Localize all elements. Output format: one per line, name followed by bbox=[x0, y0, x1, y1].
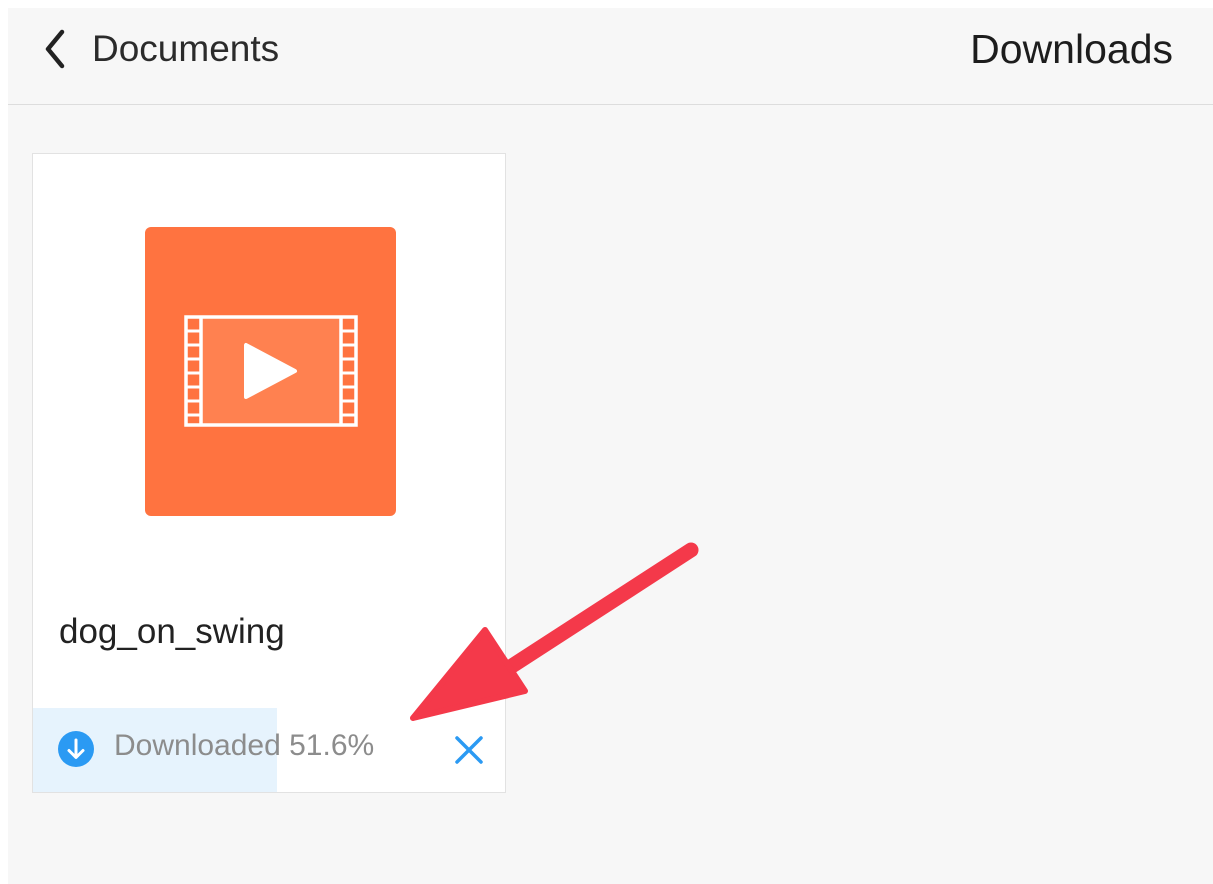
progress-status-text: Downloaded 51.6% bbox=[114, 729, 375, 762]
downloads-screen: Documents Downloads dog_on_swing Downloa… bbox=[8, 8, 1213, 884]
download-progress: Downloaded 51.6% bbox=[33, 708, 505, 792]
download-item-card[interactable]: dog_on_swing Downloaded 51.6% bbox=[32, 153, 506, 793]
download-arrow-icon bbox=[58, 731, 94, 767]
close-icon bbox=[451, 736, 487, 772]
back-button[interactable]: Documents bbox=[44, 24, 279, 74]
chevron-left-icon bbox=[44, 29, 66, 69]
file-thumbnail bbox=[145, 227, 396, 516]
back-label: Documents bbox=[92, 28, 280, 69]
file-name: dog_on_swing bbox=[59, 612, 285, 651]
page-title: Downloads bbox=[970, 26, 1173, 72]
cancel-download-button[interactable] bbox=[451, 732, 487, 768]
navigation-bar: Documents Downloads bbox=[8, 8, 1213, 105]
